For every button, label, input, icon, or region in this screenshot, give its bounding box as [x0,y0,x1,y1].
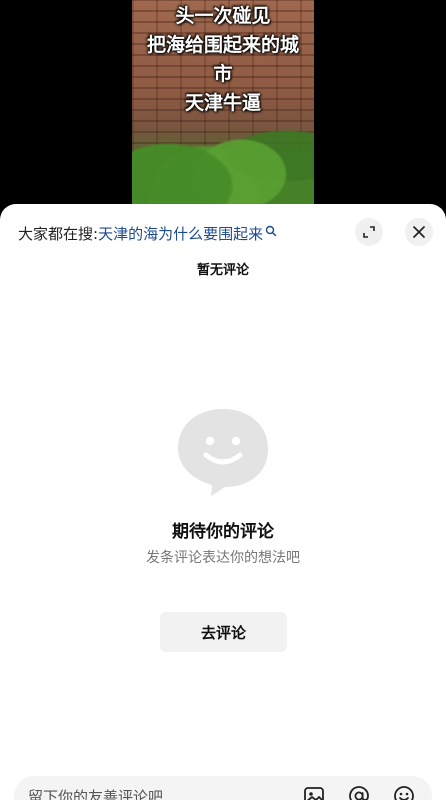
close-button[interactable] [405,218,433,246]
empty-state-title: 期待你的评论 [172,522,274,542]
expand-icon [363,226,375,238]
trending-search-prefix: 大家都在搜: [18,224,99,243]
caption-line-4: 天津牛逼 [184,92,261,114]
trending-search[interactable]: 大家都在搜: 天津的海为什么要围起来 [18,222,277,244]
close-icon [413,226,425,238]
smiley-bubble-icon [178,409,268,496]
video-player[interactable]: 头一次碰见 把海给围起来的城 市 天津牛逼 [0,0,446,210]
video-caption: 头一次碰见 把海给围起来的城 市 天津牛逼 [132,2,314,118]
at-icon[interactable] [347,784,371,800]
caption-line-1: 头一次碰见 [175,5,271,27]
emoji-icon[interactable] [392,784,416,800]
caption-line-2: 把海给围起来的城 [146,34,299,56]
expand-button[interactable] [355,218,383,246]
go-comment-button[interactable]: 去评论 [160,612,287,652]
caption-line-3: 市 [213,63,233,85]
comments-title: 暂无评论 [196,263,249,278]
comment-sheet: 大家都在搜: 天津的海为什么要围起来 暂无评论 期待你的评论 发条评论表达你的想… [0,204,446,800]
search-icon [265,225,277,237]
trending-search-query[interactable]: 天津的海为什么要围起来 [98,223,263,244]
image-icon[interactable] [302,784,326,800]
comment-input-placeholder: 留下你的友善评论吧 [28,788,164,800]
comment-input[interactable]: 留下你的友善评论吧 [14,776,432,800]
empty-state-subtitle: 发条评论表达你的想法吧 [146,550,300,566]
